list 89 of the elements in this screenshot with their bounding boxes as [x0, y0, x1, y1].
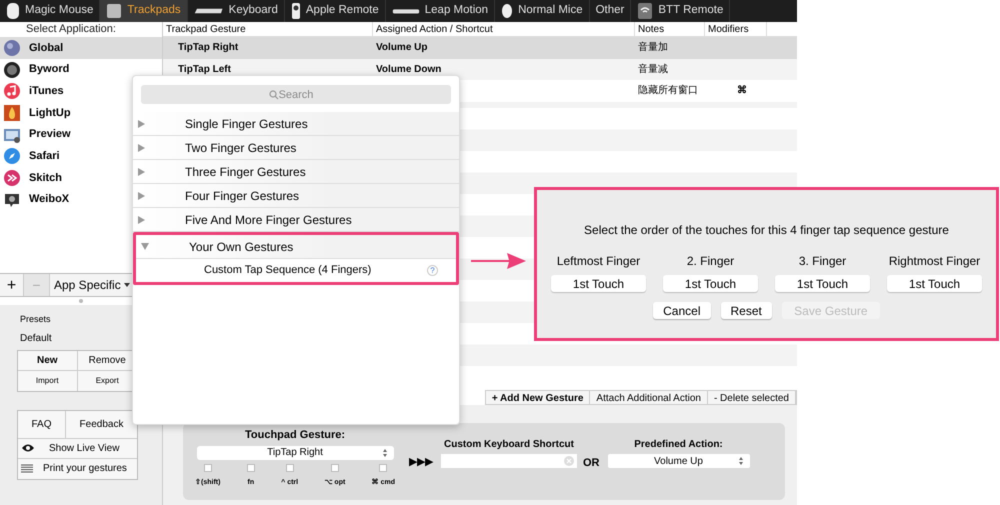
touch-select[interactable]: 1st Touch	[551, 275, 646, 292]
finger-label: 2. Finger	[686, 253, 734, 270]
shortcut-label: Custom Keyboard Shortcut	[444, 438, 574, 452]
preset-button[interactable]: New	[18, 350, 78, 370]
collapsed-triangle-icon[interactable]	[138, 144, 145, 152]
action-select[interactable]: Volume Up	[608, 454, 750, 468]
category-row[interactable]: Three Finger Gestures	[133, 160, 459, 184]
checkbox[interactable]	[330, 464, 339, 472]
mouse-icon	[6, 2, 20, 20]
mouse-icon	[501, 3, 514, 19]
circle-icon	[3, 60, 21, 79]
gesture-label: Touchpad Gesture:	[244, 428, 346, 443]
collapsed-triangle-icon[interactable]	[138, 168, 145, 176]
search-icon	[269, 90, 279, 100]
action-cell-text: Volume Up	[375, 41, 428, 56]
shortcut-field[interactable]	[441, 454, 577, 468]
help-icon[interactable]: ?	[427, 265, 438, 276]
lines-icon	[21, 464, 33, 473]
dialog-message: Select the order of the touches for this 4 finger tap sequence gesture	[584, 222, 949, 239]
bar-icon	[392, 7, 420, 15]
app-item[interactable]: Byword	[0, 58, 162, 80]
search-field[interactable]: Search	[141, 85, 451, 104]
trackpad-icon	[106, 3, 122, 19]
feedback-button[interactable]: Feedback	[66, 410, 137, 438]
music-note-icon	[3, 82, 21, 100]
category-row[interactable]: Two Finger Gestures	[133, 136, 459, 160]
clear-icon[interactable]	[564, 456, 574, 466]
finger-label: Rightmost Finger	[888, 253, 980, 270]
dialog-button[interactable]: Reset	[720, 302, 772, 319]
arrows-label: ▶▶▶	[409, 455, 433, 470]
caret-icon	[738, 456, 744, 466]
eye-icon	[21, 443, 35, 453]
column-header[interactable]: Modifiers	[705, 22, 767, 36]
finger-label: 3. Finger	[798, 253, 846, 270]
modifiers-cell-text: ⌘	[736, 84, 748, 98]
column-header[interactable]: Notes	[635, 22, 705, 36]
or-label: OR	[583, 456, 600, 471]
category-row[interactable]: Single Finger Gestures	[133, 112, 459, 136]
gesture-cell-text: TipTap Left	[177, 62, 232, 77]
resize-handle[interactable]	[79, 299, 83, 303]
collapsed-triangle-icon[interactable]	[138, 192, 145, 200]
globe-icon	[3, 38, 21, 57]
faq-button[interactable]: FAQ	[18, 410, 66, 438]
preset-button[interactable]: Export	[78, 370, 137, 390]
toolbar-button[interactable]: Attach Additional Action	[590, 391, 708, 404]
touch-select[interactable]: 1st Touch	[887, 275, 982, 292]
collapsed-triangle-icon[interactable]	[138, 216, 145, 224]
arrow-circle-icon	[3, 168, 21, 187]
preset-button[interactable]: Import	[18, 370, 78, 390]
action-label: Predefined Action:	[634, 438, 723, 452]
notes-cell-text: 隐藏所有窗口	[637, 84, 699, 98]
pointer-arrow	[471, 252, 527, 270]
checkbox[interactable]	[379, 464, 388, 472]
tab[interactable]: Trackpads	[100, 0, 188, 22]
finger-label: Leftmost Finger	[556, 253, 640, 270]
dialog-button[interactable]: Cancel	[653, 302, 710, 319]
keyboard-icon	[194, 6, 224, 16]
action-cell-text: Volume Down	[375, 62, 442, 77]
notes-cell-text: 音量减	[637, 62, 669, 77]
column-header[interactable]: Trackpad Gesture	[163, 22, 373, 36]
category-row[interactable]: Five And More Finger Gestures	[133, 208, 459, 232]
toolbar-button[interactable]: - Delete selected	[708, 391, 796, 404]
notes-cell-text: 音量加	[637, 40, 669, 56]
checkbox[interactable]	[204, 464, 212, 472]
caret-icon	[382, 448, 388, 458]
presets-title: Presets	[19, 313, 52, 326]
live-view-button[interactable]: Show Live View	[18, 438, 137, 458]
category-row[interactable]: Your Own Gestures	[136, 235, 456, 259]
gesture-item[interactable]: Custom Tap Sequence (4 Fingers) ?	[136, 259, 456, 282]
remote-icon	[290, 2, 301, 20]
app-item[interactable]: Global	[0, 37, 162, 59]
checkbox[interactable]	[286, 464, 294, 472]
expanded-triangle-icon[interactable]	[141, 243, 149, 250]
flame-icon	[3, 104, 21, 122]
toolbar-button[interactable]: + Add New Gesture	[486, 391, 590, 404]
gesture-select[interactable]: TipTap Right	[196, 446, 394, 460]
compass-icon	[3, 147, 21, 166]
column-header[interactable]: Assigned Action / Shortcut	[373, 22, 635, 36]
touch-select[interactable]: 1st Touch	[775, 275, 870, 292]
print-button[interactable]: Print your gestures	[18, 458, 137, 478]
gesture-cell-text: TipTap Right	[177, 41, 240, 56]
wifi-icon	[637, 2, 654, 20]
tab[interactable]: Magic Mouse	[0, 0, 100, 22]
table-row[interactable]: TipTap Right Volume Up 音量加	[163, 37, 797, 58]
checkbox[interactable]	[246, 464, 255, 472]
collapsed-triangle-icon[interactable]	[138, 120, 145, 128]
touch-select[interactable]: 1st Touch	[663, 275, 758, 292]
category-row[interactable]: Four Finger Gestures	[133, 184, 459, 208]
list-header: Select Application:	[25, 22, 117, 37]
